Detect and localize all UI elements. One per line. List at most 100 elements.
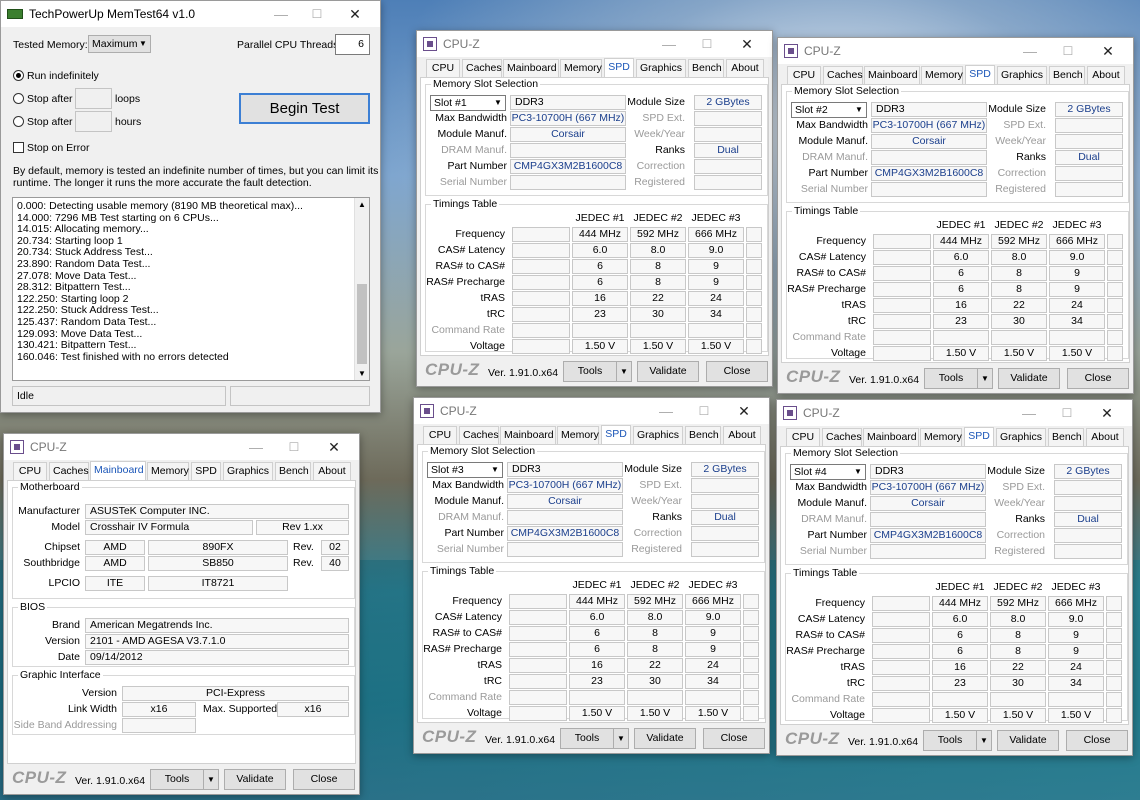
maximize-icon[interactable]: ☐ — [1051, 40, 1085, 62]
tab-cpu[interactable]: CPU — [786, 428, 820, 446]
slot-select[interactable]: Slot #2 ▼ — [791, 102, 867, 118]
log-box[interactable]: 0.000: Detecting usable memory (8190 MB … — [12, 197, 370, 381]
tab-about[interactable]: About — [1087, 66, 1125, 84]
memtest-titlebar[interactable]: TechPowerUp MemTest64 v1.0 — ☐ ✕ — [1, 1, 380, 27]
cpuz-titlebar[interactable]: CPU-Z — ☐ ✕ — [777, 400, 1132, 426]
tab-spd[interactable]: SPD — [965, 65, 995, 85]
tab-graphics[interactable]: Graphics — [223, 462, 273, 480]
validate-button[interactable]: Validate — [634, 728, 696, 749]
tab-graphics[interactable]: Graphics — [633, 426, 683, 444]
maximize-icon[interactable]: ☐ — [690, 33, 724, 55]
maximize-icon[interactable]: ☐ — [1050, 402, 1084, 424]
close-icon[interactable]: ✕ — [1091, 40, 1125, 62]
close-button[interactable]: Close — [1067, 368, 1129, 389]
maximize-icon[interactable]: ☐ — [277, 436, 311, 458]
begin-test-button[interactable]: Begin Test — [239, 93, 370, 124]
tab-graphics[interactable]: Graphics — [636, 59, 686, 77]
tab-bench[interactable]: Bench — [275, 462, 311, 480]
tab-caches[interactable]: Caches — [462, 59, 502, 77]
tab-mainboard[interactable]: Mainboard — [864, 66, 920, 84]
tools-button[interactable]: Tools — [923, 730, 977, 751]
tab-bench[interactable]: Bench — [685, 426, 721, 444]
tab-about[interactable]: About — [726, 59, 764, 77]
loops-input[interactable] — [75, 88, 112, 109]
tab-memory[interactable]: Memory — [920, 428, 962, 446]
tab-cpu[interactable]: CPU — [13, 462, 47, 480]
tab-about[interactable]: About — [313, 462, 351, 480]
slot-select[interactable]: Slot #1 ▼ — [430, 95, 506, 111]
tools-button[interactable]: Tools — [560, 728, 614, 749]
tab-mainboard[interactable]: Mainboard — [90, 461, 146, 481]
validate-button[interactable]: Validate — [637, 361, 699, 382]
validate-button[interactable]: Validate — [997, 730, 1059, 751]
tab-cpu[interactable]: CPU — [423, 426, 457, 444]
tab-mainboard[interactable]: Mainboard — [503, 59, 559, 77]
stop-after-hours-radio[interactable] — [13, 116, 24, 127]
close-icon[interactable]: ✕ — [727, 400, 761, 422]
run-indefinitely-radio[interactable] — [13, 70, 24, 81]
hours-input[interactable] — [75, 111, 112, 132]
tools-dropdown-icon[interactable]: ▼ — [203, 769, 219, 790]
tab-caches[interactable]: Caches — [49, 462, 89, 480]
minimize-icon[interactable]: — — [239, 436, 273, 458]
minimize-icon[interactable]: — — [1012, 402, 1046, 424]
stop-after-loops-radio[interactable] — [13, 93, 24, 104]
cpuz-titlebar[interactable]: CPU-Z — ☐ ✕ — [4, 434, 359, 460]
log-scrollbar[interactable]: ▲ ▼ — [354, 198, 369, 380]
minimize-icon[interactable]: — — [649, 400, 683, 422]
tab-cpu[interactable]: CPU — [787, 66, 821, 84]
tab-bench[interactable]: Bench — [1049, 66, 1085, 84]
tab-spd[interactable]: SPD — [964, 427, 994, 447]
minimize-icon[interactable]: — — [1013, 40, 1047, 62]
tab-graphics[interactable]: Graphics — [997, 66, 1047, 84]
maximize-icon[interactable]: ☐ — [687, 400, 721, 422]
tab-about[interactable]: About — [1086, 428, 1124, 446]
tab-spd[interactable]: SPD — [604, 58, 634, 78]
tab-mainboard[interactable]: Mainboard — [500, 426, 556, 444]
validate-button[interactable]: Validate — [998, 368, 1060, 389]
tools-dropdown-icon[interactable]: ▼ — [613, 728, 629, 749]
close-icon[interactable]: ✕ — [730, 33, 764, 55]
close-button[interactable]: Close — [1066, 730, 1128, 751]
cpuz-titlebar[interactable]: CPU-Z — ☐ ✕ — [417, 31, 772, 57]
scroll-down-icon[interactable]: ▼ — [358, 369, 366, 378]
threads-input[interactable]: 6 — [335, 34, 370, 55]
tested-memory-select[interactable]: Maximum ▼ — [88, 35, 151, 53]
cpuz-titlebar[interactable]: CPU-Z — ☐ ✕ — [414, 398, 769, 424]
tools-dropdown-icon[interactable]: ▼ — [976, 730, 992, 751]
maximize-icon[interactable]: ☐ — [300, 3, 334, 25]
close-button[interactable]: Close — [703, 728, 765, 749]
tab-caches[interactable]: Caches — [823, 66, 863, 84]
tab-caches[interactable]: Caches — [459, 426, 499, 444]
close-icon[interactable]: ✕ — [1090, 402, 1124, 424]
tab-spd[interactable]: SPD — [191, 462, 221, 480]
tab-memory[interactable]: Memory — [921, 66, 963, 84]
tab-spd[interactable]: SPD — [601, 425, 631, 445]
close-button[interactable]: Close — [706, 361, 768, 382]
minimize-icon[interactable]: — — [652, 33, 686, 55]
tab-memory[interactable]: Memory — [147, 462, 189, 480]
tab-graphics[interactable]: Graphics — [996, 428, 1046, 446]
tab-bench[interactable]: Bench — [1048, 428, 1084, 446]
close-icon[interactable]: ✕ — [338, 3, 372, 25]
tab-memory[interactable]: Memory — [557, 426, 599, 444]
slot-select[interactable]: Slot #4 ▼ — [790, 464, 866, 480]
stop-on-error-checkbox[interactable] — [13, 142, 24, 153]
cpuz-titlebar[interactable]: CPU-Z — ☐ ✕ — [778, 38, 1133, 64]
tools-button[interactable]: Tools — [563, 361, 617, 382]
tools-button[interactable]: Tools — [150, 769, 204, 790]
tools-dropdown-icon[interactable]: ▼ — [616, 361, 632, 382]
tab-memory[interactable]: Memory — [560, 59, 602, 77]
tab-about[interactable]: About — [723, 426, 761, 444]
close-button[interactable]: Close — [293, 769, 355, 790]
scroll-thumb[interactable] — [357, 284, 367, 364]
tools-button[interactable]: Tools — [924, 368, 978, 389]
validate-button[interactable]: Validate — [224, 769, 286, 790]
tab-caches[interactable]: Caches — [822, 428, 862, 446]
close-icon[interactable]: ✕ — [317, 436, 351, 458]
slot-select[interactable]: Slot #3 ▼ — [427, 462, 503, 478]
minimize-icon[interactable]: — — [264, 3, 298, 25]
tab-mainboard[interactable]: Mainboard — [863, 428, 919, 446]
tab-cpu[interactable]: CPU — [426, 59, 460, 77]
scroll-up-icon[interactable]: ▲ — [358, 200, 366, 209]
